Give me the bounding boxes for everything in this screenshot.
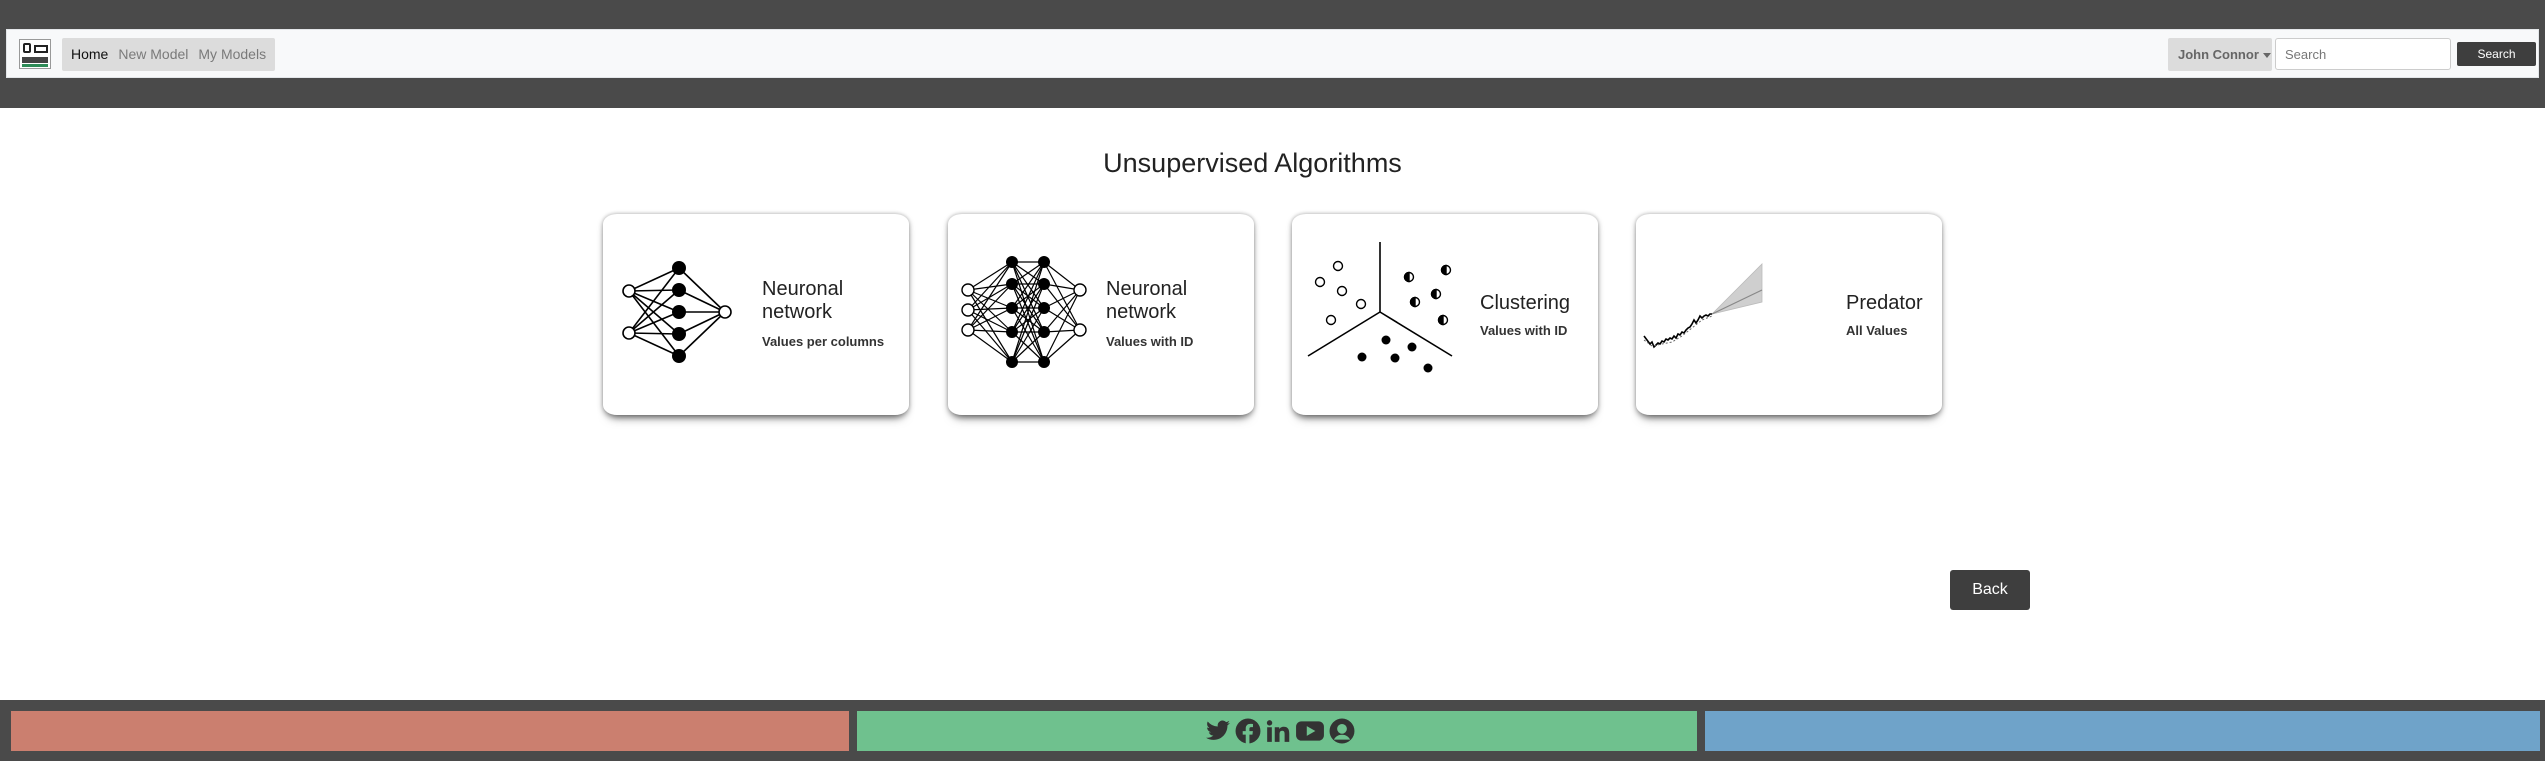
card-title: Neuronal — [1106, 278, 1188, 300]
github-icon[interactable] — [1329, 718, 1355, 744]
search-button[interactable]: Search — [2457, 42, 2536, 66]
card-subtitle: Values with ID — [1480, 323, 1568, 338]
linkedin-icon[interactable] — [1265, 718, 1291, 744]
card-clustering[interactable]: Clustering Values with ID — [1292, 214, 1598, 415]
user-dropdown[interactable]: John Connor — [2168, 38, 2272, 71]
card-neuronal-network-id[interactable]: Neuronal network Values with ID — [948, 214, 1254, 415]
nav-link-new-model[interactable]: New Model — [113, 38, 193, 71]
twitter-icon[interactable] — [1205, 718, 1231, 744]
youtube-icon[interactable] — [1295, 718, 1325, 744]
nav-link-home[interactable]: Home — [66, 38, 113, 71]
card-neuronal-network-columns[interactable]: Neuronal network Values per columns — [603, 214, 909, 415]
search-input[interactable] — [2275, 38, 2451, 70]
card-title: Neuronal — [762, 278, 844, 300]
card-title-line2: network — [762, 301, 833, 323]
footer-panel-left — [11, 711, 849, 751]
app-logo-icon[interactable] — [19, 39, 51, 69]
caret-down-icon — [2262, 53, 2271, 59]
nav-link-my-models[interactable]: My Models — [193, 38, 271, 71]
nav-links: Home New Model My Models — [62, 38, 276, 71]
user-name: John Connor — [2178, 47, 2259, 62]
page-title: Unsupervised Algorithms — [1103, 148, 1402, 178]
clustering-icon — [1307, 242, 1453, 373]
deep-neural-network-icon — [961, 256, 1087, 368]
back-button[interactable]: Back — [1950, 570, 2030, 610]
card-predator[interactable]: Predator All Values — [1636, 214, 1942, 415]
navbar: Home New Model My Models John Connor Sea… — [6, 29, 2539, 78]
card-subtitle: Values with ID — [1106, 334, 1194, 349]
card-title-line2: network — [1106, 301, 1177, 323]
facebook-icon[interactable] — [1235, 718, 1261, 744]
footer-panel-right — [1705, 711, 2540, 751]
social-links — [1205, 718, 1355, 744]
neural-network-icon — [622, 261, 732, 363]
card-title: Predator — [1846, 292, 1923, 314]
card-subtitle: All Values — [1846, 323, 1908, 338]
card-title: Clustering — [1480, 292, 1571, 314]
card-subtitle: Values per columns — [762, 334, 885, 349]
forecast-chart-icon — [1643, 263, 1763, 349]
